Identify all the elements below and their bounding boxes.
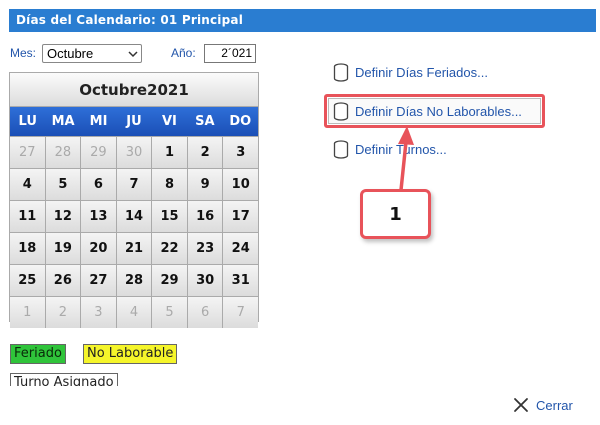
weekday-label: SA bbox=[195, 114, 215, 129]
database-icon bbox=[333, 102, 349, 121]
legend-no-laborable: No Laborable bbox=[83, 344, 178, 364]
calendar-day[interactable]: 15 bbox=[152, 201, 187, 232]
weekday-label: MI bbox=[89, 114, 108, 129]
close-label: Cerrar bbox=[536, 397, 573, 413]
calendar-day-other-month[interactable]: 7 bbox=[223, 297, 258, 328]
calendar-day[interactable]: 31 bbox=[223, 265, 258, 296]
calendar-day[interactable]: 11 bbox=[10, 201, 45, 232]
weekday-label: MA bbox=[51, 114, 75, 129]
footer-area bbox=[0, 386, 600, 425]
define-holidays-label: Definir Días Feriados... bbox=[355, 65, 488, 80]
calendar-day[interactable]: 13 bbox=[81, 201, 116, 232]
calendar: Octubre 2021 LU MA MI JU VI SA DO 27 28 29 30 1 2 3 4… bbox=[9, 72, 259, 328]
month-select-value: Octubre bbox=[47, 46, 94, 61]
calendar-day[interactable]: 9 bbox=[187, 169, 223, 200]
close-icon bbox=[514, 398, 528, 412]
calendar-day[interactable]: 25 bbox=[10, 265, 45, 296]
calendar-day[interactable]: 26 bbox=[45, 265, 81, 296]
calendar-header: Octubre 2021 bbox=[10, 73, 258, 107]
dialog-title: Días del Calendario: 01 Principal bbox=[9, 9, 596, 32]
calendar-day[interactable]: 28 bbox=[116, 265, 152, 296]
calendar-day-other-month[interactable]: 28 bbox=[45, 137, 81, 168]
calendar-day[interactable]: 24 bbox=[223, 233, 258, 264]
calendar-day[interactable]: 19 bbox=[45, 233, 81, 264]
database-icon bbox=[333, 63, 349, 82]
calendar-day[interactable]: 27 bbox=[81, 265, 116, 296]
calendar-header-year: 2021 bbox=[147, 80, 189, 99]
calendar-day[interactable]: 30 bbox=[187, 265, 223, 296]
callout-arrow bbox=[398, 126, 414, 192]
calendar-day[interactable]: 16 bbox=[187, 201, 223, 232]
calendar-day[interactable]: 21 bbox=[116, 233, 152, 264]
calendar-day[interactable]: 14 bbox=[116, 201, 152, 232]
calendar-day-other-month[interactable]: 3 bbox=[81, 297, 116, 328]
chevron-down-icon bbox=[128, 51, 138, 58]
calendar-day-other-month[interactable]: 2 bbox=[45, 297, 81, 328]
weekday-label: DO bbox=[229, 114, 252, 129]
calendar-header-month: Octubre bbox=[79, 80, 148, 99]
calendar-day[interactable]: 7 bbox=[116, 169, 152, 200]
calendar-day[interactable]: 8 bbox=[152, 169, 187, 200]
callout-step-number: 1 bbox=[360, 189, 431, 239]
weekday-label: JU bbox=[126, 114, 142, 129]
calendar-grid: 27 28 29 30 1 2 3 4 5 6 7 8 9 10 11 12 13 14 15 16 17 18 19 20 2… bbox=[10, 136, 258, 328]
calendar-day[interactable]: 10 bbox=[223, 169, 258, 200]
define-non-working-days-link[interactable]: Definir Días No Laborables... bbox=[333, 102, 522, 121]
close-button[interactable]: Cerrar bbox=[512, 396, 573, 414]
calendar-day-other-month[interactable]: 6 bbox=[187, 297, 223, 328]
calendar-day[interactable]: 18 bbox=[10, 233, 45, 264]
weekday-label: LU bbox=[18, 114, 37, 129]
calendar-day[interactable]: 20 bbox=[81, 233, 116, 264]
calendar-day[interactable]: 17 bbox=[223, 201, 258, 232]
calendar-day[interactable]: 4 bbox=[10, 169, 45, 200]
calendar-day[interactable]: 23 bbox=[187, 233, 223, 264]
calendar-day-other-month[interactable]: 4 bbox=[116, 297, 152, 328]
calendar-day[interactable]: 12 bbox=[45, 201, 81, 232]
calendar-day-other-month[interactable]: 29 bbox=[81, 137, 116, 168]
calendar-day[interactable]: 3 bbox=[223, 137, 258, 168]
calendar-day-other-month[interactable]: 1 bbox=[10, 297, 45, 328]
year-input[interactable]: 2´021 bbox=[204, 44, 256, 63]
month-select[interactable]: Octubre bbox=[42, 44, 142, 63]
calendar-day-other-month[interactable]: 5 bbox=[152, 297, 187, 328]
database-icon bbox=[333, 140, 349, 159]
month-label: Mes: bbox=[10, 46, 37, 60]
calendar-day[interactable]: 29 bbox=[152, 265, 187, 296]
calendar-day[interactable]: 5 bbox=[45, 169, 81, 200]
define-non-working-days-label: Definir Días No Laborables... bbox=[355, 104, 522, 119]
weekday-label: VI bbox=[161, 114, 177, 129]
calendar-day[interactable]: 22 bbox=[152, 233, 187, 264]
calendar-day-other-month[interactable]: 30 bbox=[116, 137, 152, 168]
define-holidays-link[interactable]: Definir Días Feriados... bbox=[333, 63, 488, 82]
calendar-day[interactable]: 2 bbox=[187, 137, 223, 168]
year-label: Año: bbox=[171, 46, 196, 60]
calendar-day[interactable]: 1 bbox=[152, 137, 187, 168]
calendar-day[interactable]: 6 bbox=[81, 169, 116, 200]
legend-feriado: Feriado bbox=[10, 344, 66, 364]
weekday-header: LU MA MI JU VI SA DO bbox=[10, 107, 258, 136]
calendar-day-other-month[interactable]: 27 bbox=[10, 137, 45, 168]
